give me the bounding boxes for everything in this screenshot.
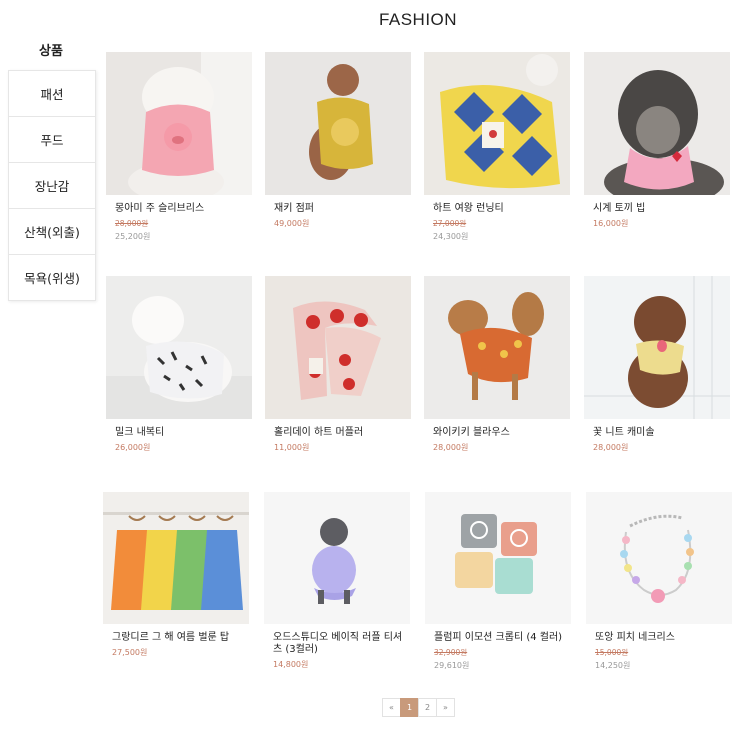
prev-page-button[interactable]: « — [382, 698, 401, 717]
product-original-price: 27,000원 — [433, 219, 467, 228]
product-price: 28,000원 — [433, 443, 469, 452]
category-sidebar: 패션 푸드 장난감 산책(외출) 목욕(위생) — [8, 70, 96, 301]
product-price: 14,800원 — [273, 660, 309, 669]
product-name[interactable]: 와이키키 블라우스 — [433, 427, 570, 439]
product-name[interactable]: 그랑디르 그 해 여름 벌룬 탑 — [112, 632, 249, 644]
product-image[interactable] — [106, 52, 252, 195]
product-card[interactable]: 재키 점퍼 49,000원 — [265, 52, 411, 229]
product-card[interactable]: 또앙 피치 네크리스 15,000원 14,250원 — [586, 492, 732, 671]
product-name[interactable]: 꽃 니트 캐미솔 — [593, 427, 730, 439]
product-price: 24,300원 — [433, 232, 469, 241]
next-page-button[interactable]: » — [436, 698, 455, 717]
product-price: 28,000원 — [593, 443, 629, 452]
product-card[interactable]: 시계 토끼 빕 16,000원 — [584, 52, 730, 229]
product-price: 29,610원 — [434, 661, 470, 670]
product-image[interactable] — [424, 276, 570, 419]
product-card[interactable]: 홀리데이 하트 머플러 11,000원 — [265, 276, 411, 453]
product-image[interactable] — [265, 276, 411, 419]
product-name[interactable]: 오드스튜디오 베이직 러플 티셔츠 (3컬러) — [273, 632, 410, 656]
product-image[interactable] — [586, 492, 732, 624]
sidebar-item-walk[interactable]: 산책(외출) — [9, 209, 95, 255]
sidebar-item-bath[interactable]: 목욕(위생) — [9, 255, 95, 300]
product-image[interactable] — [265, 52, 411, 195]
product-name[interactable]: 몽아미 주 슬리브리스 — [115, 203, 252, 215]
sidebar-item-toys[interactable]: 장난감 — [9, 163, 95, 209]
product-price: 14,250원 — [595, 661, 631, 670]
product-image[interactable] — [584, 52, 730, 195]
sidebar-title: 상품 — [39, 44, 63, 59]
product-price: 11,000원 — [274, 443, 310, 452]
product-name[interactable]: 플럼피 이모션 크롭티 (4 컬러) — [434, 632, 571, 644]
product-price: 49,000원 — [274, 219, 310, 228]
sidebar-item-food[interactable]: 푸드 — [9, 117, 95, 163]
product-card[interactable]: 몽아미 주 슬리브리스 28,000원 25,200원 — [106, 52, 252, 242]
product-image[interactable] — [425, 492, 571, 624]
product-image[interactable] — [264, 492, 410, 624]
product-image[interactable] — [424, 52, 570, 195]
product-name[interactable]: 재키 점퍼 — [274, 203, 411, 215]
product-card[interactable]: 오드스튜디오 베이직 러플 티셔츠 (3컬러) 14,800원 — [264, 492, 410, 670]
product-card[interactable]: 하트 여왕 런닝티 27,000원 24,300원 — [424, 52, 570, 242]
product-name[interactable]: 시계 토끼 빕 — [593, 203, 730, 215]
product-original-price: 32,900원 — [434, 648, 468, 657]
product-name[interactable]: 또앙 피치 네크리스 — [595, 632, 732, 644]
pagination: « 1 2 » — [382, 698, 455, 717]
page-title: FASHION — [378, 10, 458, 29]
product-original-price: 15,000원 — [595, 648, 629, 657]
product-name[interactable]: 홀리데이 하트 머플러 — [274, 427, 411, 439]
product-image[interactable] — [106, 276, 252, 419]
product-card[interactable]: 플럼피 이모션 크롭티 (4 컬러) 32,900원 29,610원 — [425, 492, 571, 671]
product-card[interactable]: 와이키키 블라우스 28,000원 — [424, 276, 570, 453]
product-image[interactable] — [103, 492, 249, 624]
product-price: 16,000원 — [593, 219, 629, 228]
product-original-price: 28,000원 — [115, 219, 149, 228]
product-price: 26,000원 — [115, 443, 151, 452]
product-card[interactable]: 그랑디르 그 해 여름 벌룬 탑 27,500원 — [103, 492, 249, 658]
page-button-2[interactable]: 2 — [418, 698, 437, 717]
product-card[interactable]: 밀크 내복티 26,000원 — [106, 276, 252, 453]
product-name[interactable]: 밀크 내복티 — [115, 427, 252, 439]
product-name[interactable]: 하트 여왕 런닝티 — [433, 203, 570, 215]
page-button-1[interactable]: 1 — [400, 698, 419, 717]
product-image[interactable] — [584, 276, 730, 419]
product-card[interactable]: 꽃 니트 캐미솔 28,000원 — [584, 276, 730, 453]
product-price: 25,200원 — [115, 232, 151, 241]
sidebar-item-fashion[interactable]: 패션 — [9, 71, 95, 117]
product-price: 27,500원 — [112, 648, 148, 657]
